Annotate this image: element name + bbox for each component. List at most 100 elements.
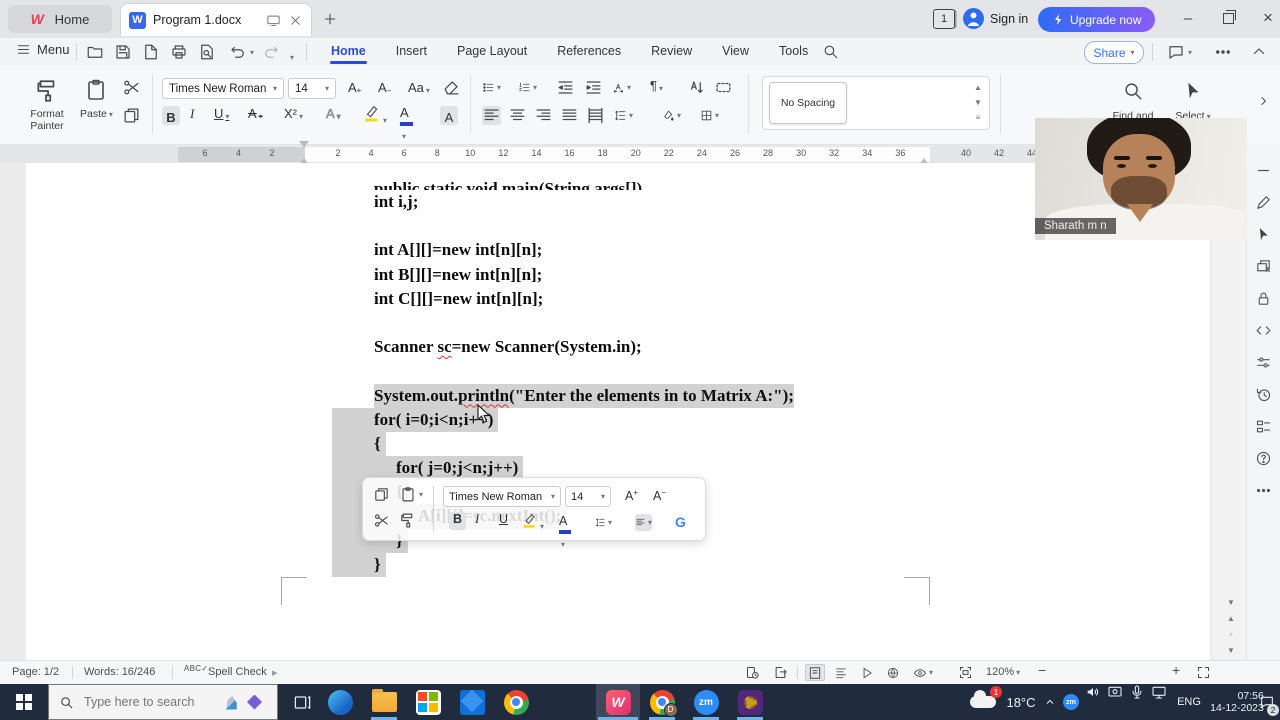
tray-expand-icon[interactable] (1040, 684, 1060, 720)
task-window-icon[interactable] (745, 665, 760, 680)
new-tab-button[interactable] (322, 11, 338, 27)
scroll-down-icon[interactable]: ▼ (1224, 595, 1238, 609)
format-painter-icon[interactable] (34, 78, 60, 104)
align-center-icon[interactable] (508, 106, 527, 125)
export-icon[interactable] (142, 43, 160, 61)
mini-paste-icon[interactable] (399, 486, 423, 503)
save-icon[interactable] (114, 43, 132, 61)
outline-view-icon[interactable] (831, 664, 851, 681)
undo-icon[interactable] (228, 43, 254, 61)
paragraph-mark-button[interactable]: ¶ (650, 78, 663, 93)
fit-page-icon[interactable] (958, 665, 973, 680)
bold-button[interactable]: B (162, 106, 180, 125)
search-input[interactable] (82, 694, 216, 710)
code-line[interactable] (374, 359, 1174, 383)
web-layout-icon[interactable] (883, 664, 903, 681)
cut-icon[interactable] (122, 78, 141, 97)
language-indicator[interactable]: ENG (1172, 684, 1206, 720)
comment-icon[interactable] (1166, 43, 1192, 61)
mini-bold-button[interactable]: B (449, 512, 466, 530)
distribute-icon[interactable] (586, 106, 605, 125)
taskbar-edge[interactable] (318, 684, 362, 720)
menu-tab-review[interactable]: Review (636, 38, 707, 66)
tray-zoom-icon[interactable]: zm (1060, 684, 1082, 720)
code-line[interactable] (374, 311, 1174, 335)
mini-align-icon[interactable] (635, 514, 652, 531)
code-line[interactable]: Scanner sc=new Scanner(System.in); (374, 335, 1174, 359)
code-line[interactable]: } (332, 552, 1174, 578)
restore-button[interactable] (1208, 0, 1248, 36)
code-line[interactable]: System.out.println("Enter the elements i… (374, 383, 1174, 408)
volume-icon[interactable] (1082, 684, 1104, 700)
sidebar-help-icon[interactable] (1255, 450, 1272, 467)
expand-ribbon-icon[interactable] (1256, 94, 1270, 108)
next-page-icon[interactable]: ▼ (1224, 643, 1238, 657)
mini-font-color-button[interactable]: A (559, 512, 571, 552)
start-button[interactable] (0, 684, 48, 720)
shrink-font-button[interactable]: A − (378, 80, 391, 95)
borders-icon[interactable] (700, 106, 719, 125)
superscript-button[interactable]: X² (284, 106, 303, 121)
code-line[interactable]: int C[][]=new int[n][n]; (374, 287, 1174, 311)
taskbar-file-explorer[interactable] (362, 684, 406, 720)
mini-grow-font-button[interactable]: A+ (625, 488, 638, 503)
sign-in-link[interactable]: Sign in (990, 12, 1028, 26)
menu-tab-insert[interactable]: Insert (381, 38, 442, 66)
paste-icon[interactable] (84, 78, 108, 102)
open-icon[interactable] (86, 43, 104, 61)
sort-icon[interactable] (686, 78, 705, 97)
menu-tab-page-layout[interactable]: Page Layout (442, 38, 542, 66)
select-icon[interactable] (1182, 80, 1204, 102)
taskbar-mail[interactable] (450, 684, 494, 720)
minimize-button[interactable]: – (1168, 0, 1208, 36)
page[interactable]: public static void main(String args[]) in… (26, 163, 1210, 660)
close-tab-icon[interactable] (288, 13, 303, 28)
code-line[interactable]: int B[][]=new int[n][n]; (374, 263, 1174, 287)
fullscreen-icon[interactable] (1196, 665, 1211, 680)
word-count[interactable]: Words: 16/246 (84, 666, 155, 678)
grow-font-button[interactable]: A + (348, 80, 361, 95)
notification-center[interactable]: 2 (1254, 684, 1280, 720)
text-direction-icon[interactable] (612, 78, 631, 97)
mini-underline-button[interactable]: U (499, 512, 508, 526)
browse-object-icon[interactable]: ▫ (1224, 627, 1238, 641)
weather-widget[interactable]: 1 (962, 684, 1004, 720)
microphone-icon[interactable] (1126, 684, 1148, 700)
line-spacing-icon[interactable] (614, 106, 633, 125)
wps-home-tab[interactable]: W Home (8, 5, 112, 33)
menu-tab-home[interactable]: Home (316, 38, 381, 66)
mini-italic-button[interactable]: I (475, 512, 479, 527)
align-left-icon[interactable] (482, 106, 501, 125)
mini-format-painter-icon[interactable] (399, 512, 416, 529)
gallery-more-icon[interactable]: ≡ (971, 111, 985, 123)
redo-icon[interactable] (262, 43, 280, 61)
close-button[interactable]: × (1248, 0, 1280, 36)
numbered-list-icon[interactable] (518, 78, 537, 97)
highlight-color-button[interactable] (362, 104, 387, 128)
align-right-icon[interactable] (534, 106, 553, 125)
more-options-icon[interactable] (1214, 43, 1232, 61)
sidebar-pen-icon[interactable] (1255, 194, 1272, 211)
code-line[interactable]: int A[][]=new int[n][n]; (374, 238, 1174, 262)
search-icon[interactable] (822, 43, 839, 60)
menu-tab-tools[interactable]: Tools (764, 38, 823, 66)
text-effects-button[interactable]: A (326, 106, 341, 122)
format-painter-label[interactable]: Format Painter (14, 108, 80, 132)
sidebar-dash-icon[interactable] (1255, 162, 1272, 179)
sidebar-dotsh-icon[interactable] (1255, 482, 1272, 499)
page-indicator[interactable]: Page: 1/2 (12, 666, 59, 678)
mini-cut-icon[interactable] (373, 512, 390, 529)
sidebar-code-icon[interactable] (1255, 322, 1272, 339)
collapse-ribbon-icon[interactable] (1250, 43, 1268, 61)
justify-icon[interactable] (560, 106, 579, 125)
decrease-indent-icon[interactable] (556, 78, 575, 97)
taskbar-store[interactable] (406, 684, 450, 720)
font-name-combo[interactable]: Times New Roman (162, 78, 284, 99)
screen-share-icon[interactable] (1104, 684, 1126, 700)
page-view-icon[interactable] (805, 664, 825, 681)
strikethrough-button[interactable]: A (248, 106, 263, 121)
increase-indent-icon[interactable] (584, 78, 603, 97)
sidebar-lock-icon[interactable] (1255, 290, 1272, 307)
document-tab[interactable]: W Program 1.docx (120, 3, 312, 36)
shading-icon[interactable] (662, 106, 681, 125)
